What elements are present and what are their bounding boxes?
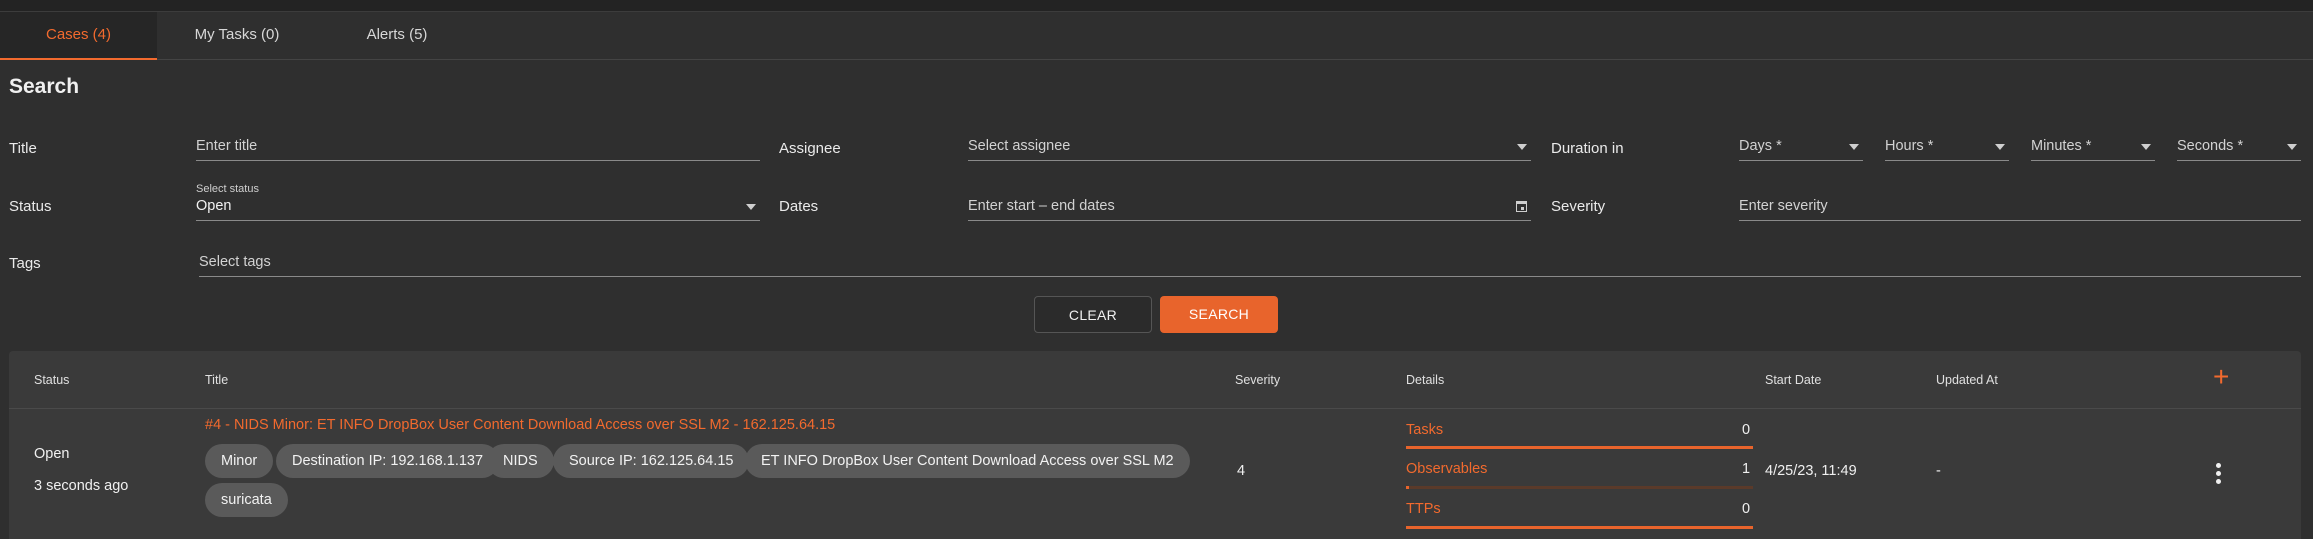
details-tasks-count: 0: [1742, 422, 1751, 438]
details-ttps-count: 0: [1742, 501, 1751, 517]
details-observables-count: 1: [1742, 461, 1751, 477]
tags-placeholder: Select tags: [199, 254, 271, 270]
details-ttps-link[interactable]: TTPs: [1406, 501, 1441, 517]
tags-label: Tags: [9, 255, 41, 272]
minutes-placeholder: Minutes *: [2031, 138, 2092, 154]
dates-placeholder: Enter start – end dates: [968, 198, 1115, 214]
tab-alerts[interactable]: Alerts (5): [317, 12, 477, 60]
seconds-select[interactable]: Seconds *: [2177, 129, 2301, 161]
severity-label: Severity: [1551, 198, 1606, 215]
case-updated-at: -: [1936, 463, 1941, 479]
tasks-progress-bar: [1406, 446, 1753, 449]
case-title-link[interactable]: #4 - NIDS Minor: ET INFO DropBox User Co…: [205, 417, 835, 433]
search-heading: Search: [9, 75, 80, 98]
header-updated-at[interactable]: Updated At: [1936, 373, 1998, 387]
observables-progress-fill: [1406, 486, 1410, 489]
top-bar: [0, 0, 2313, 12]
header-details: Details: [1406, 373, 1445, 387]
status-label: Status: [9, 198, 52, 215]
title-field[interactable]: Enter title: [196, 129, 760, 161]
tab-bar: Cases (4) My Tasks (0) Alerts (5): [0, 12, 2313, 60]
chevron-down-icon: [746, 204, 756, 210]
days-placeholder: Days *: [1739, 138, 1782, 154]
more-options-icon[interactable]: [2216, 463, 2222, 485]
status-select[interactable]: Select status Open: [196, 183, 760, 221]
tab-cases[interactable]: Cases (4): [0, 12, 157, 60]
status-small-label: Select status: [196, 183, 259, 195]
tasks-progress-fill: [1406, 446, 1753, 449]
header-title[interactable]: Title: [205, 373, 228, 387]
chevron-down-icon: [2287, 144, 2297, 150]
chevron-down-icon: [2141, 144, 2151, 150]
ttps-progress-fill: [1406, 526, 1753, 529]
case-age: 3 seconds ago: [34, 478, 129, 494]
tag-chip[interactable]: Minor: [205, 444, 274, 478]
details-observables-link[interactable]: Observables: [1406, 461, 1487, 477]
calendar-icon[interactable]: [1516, 201, 1527, 212]
observables-progress-bar: [1406, 486, 1753, 489]
tab-my-tasks[interactable]: My Tasks (0): [157, 12, 317, 60]
title-placeholder: Enter title: [196, 138, 258, 154]
header-divider: [9, 408, 2301, 409]
chevron-down-icon: [1849, 144, 1859, 150]
case-status: Open: [34, 446, 70, 462]
header-start-date[interactable]: Start Date: [1765, 373, 1821, 387]
case-severity: 4: [1237, 463, 1246, 479]
tag-chip[interactable]: Source IP: 162.125.64.15: [553, 444, 750, 478]
search-button[interactable]: SEARCH: [1160, 296, 1278, 333]
dates-label: Dates: [779, 198, 819, 215]
add-case-icon[interactable]: +: [2213, 363, 2229, 391]
minutes-select[interactable]: Minutes *: [2031, 129, 2155, 161]
cases-table: Status Title Severity Details Start Date…: [9, 351, 2301, 539]
assignee-label: Assignee: [779, 140, 841, 157]
details-tasks-link[interactable]: Tasks: [1406, 422, 1443, 438]
days-select[interactable]: Days *: [1739, 129, 1863, 161]
tag-chip[interactable]: Destination IP: 192.168.1.137: [276, 444, 500, 478]
chevron-down-icon: [1517, 144, 1527, 150]
assignee-placeholder: Select assignee: [968, 138, 1071, 154]
chevron-down-icon: [1995, 144, 2005, 150]
severity-field[interactable]: Enter severity: [1739, 189, 2301, 221]
duration-label: Duration in: [1551, 140, 1624, 157]
tag-chip[interactable]: ET INFO DropBox User Content Download Ac…: [745, 444, 1190, 478]
clear-button[interactable]: CLEAR: [1034, 296, 1152, 333]
severity-placeholder: Enter severity: [1739, 198, 1828, 214]
title-label: Title: [9, 140, 37, 157]
header-severity[interactable]: Severity: [1235, 373, 1280, 387]
hours-placeholder: Hours *: [1885, 138, 1934, 154]
header-status[interactable]: Status: [34, 373, 69, 387]
status-value: Open: [196, 198, 232, 214]
hours-select[interactable]: Hours *: [1885, 129, 2009, 161]
tag-chip[interactable]: NIDS: [487, 444, 554, 478]
dates-field[interactable]: Enter start – end dates: [968, 189, 1531, 221]
assignee-select[interactable]: Select assignee: [968, 129, 1531, 161]
tag-chip[interactable]: suricata: [205, 483, 288, 517]
seconds-placeholder: Seconds *: [2177, 138, 2244, 154]
case-start-date: 4/25/23, 11:49: [1765, 463, 1857, 479]
ttps-progress-bar: [1406, 526, 1753, 529]
tags-field[interactable]: Select tags: [199, 245, 2301, 277]
